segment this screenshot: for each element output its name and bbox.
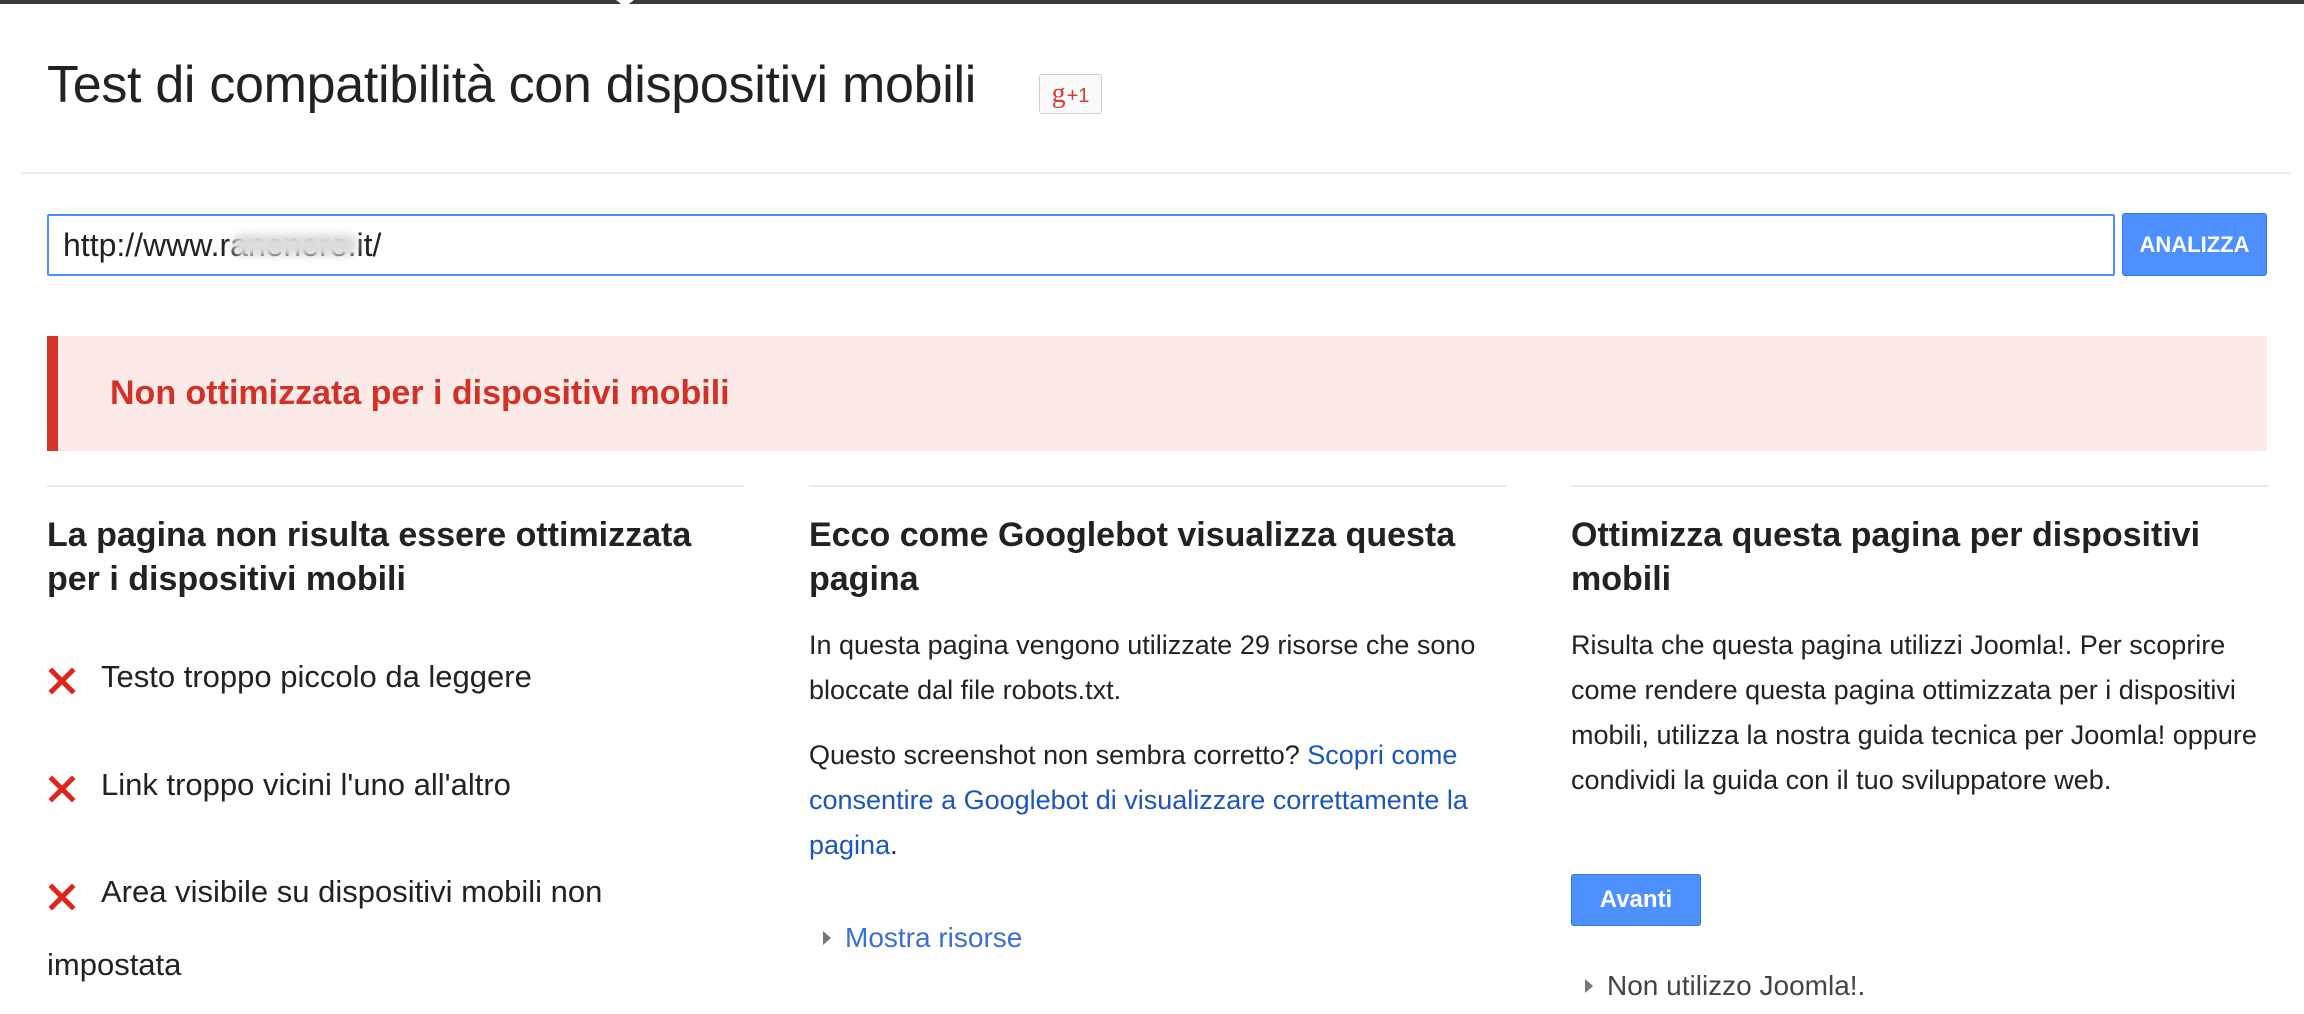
google-plus-one-button[interactable]: g+1: [1039, 74, 1102, 114]
issue-item: Link troppo vicini l'uno all'altro: [101, 767, 511, 802]
column-divider: [809, 485, 1506, 487]
column-divider: [1571, 485, 2268, 487]
analyze-button[interactable]: ANALIZZA: [2122, 213, 2267, 276]
header-divider: [22, 172, 2290, 174]
optimize-column: Ottimizza questa pagina per dispositivi …: [1571, 485, 2268, 1001]
expand-triangle-icon: [823, 931, 831, 945]
column-divider: [47, 485, 744, 487]
show-resources-toggle[interactable]: Mostra risorse: [823, 922, 1022, 954]
red-x-icon: [47, 774, 77, 804]
url-redaction-blur: [232, 234, 358, 256]
result-alert: Non ottimizzata per i dispositivi mobili: [47, 336, 2267, 451]
not-joomla-label[interactable]: Non utilizzo Joomla!.: [1607, 970, 1865, 1002]
blocked-resources-text: In questa pagina vengono utilizzate 29 r…: [809, 630, 1476, 705]
issue-item: Area visibile su dispositivi mobili non …: [47, 874, 603, 982]
screenshot-question: Questo screenshot non sembra corretto?: [809, 740, 1300, 770]
issues-title: La pagina non risulta essere ottimizzata…: [47, 516, 692, 598]
top-notch: [616, 0, 634, 7]
next-button[interactable]: Avanti: [1571, 874, 1701, 926]
browser-top-strip: [0, 0, 2304, 4]
googlebot-column: Ecco come Googlebot visualizza questa pa…: [809, 485, 1506, 953]
google-plus-icon: g+1: [1051, 78, 1090, 109]
issues-column: La pagina non risulta essere ottimizzata…: [47, 485, 744, 982]
not-joomla-toggle[interactable]: Non utilizzo Joomla!.: [1585, 970, 1865, 1002]
issue-item: Testo troppo piccolo da leggere: [101, 659, 532, 694]
period: .: [890, 830, 898, 860]
red-x-icon: [47, 666, 77, 696]
expand-triangle-icon: [1585, 979, 1593, 993]
show-resources-label[interactable]: Mostra risorse: [845, 922, 1022, 954]
joomla-guidance-text: Risulta che questa pagina utilizzi Jooml…: [1571, 630, 2257, 795]
optimize-title: Ottimizza questa pagina per dispositivi …: [1571, 516, 2201, 598]
googlebot-title: Ecco come Googlebot visualizza questa pa…: [809, 516, 1456, 598]
result-status: Non ottimizzata per i dispositivi mobili: [110, 374, 730, 412]
screenshot-help-text: Questo screenshot non sembra corretto? S…: [809, 733, 1506, 868]
page-title: Test di compatibilità con dispositivi mo…: [47, 56, 976, 114]
